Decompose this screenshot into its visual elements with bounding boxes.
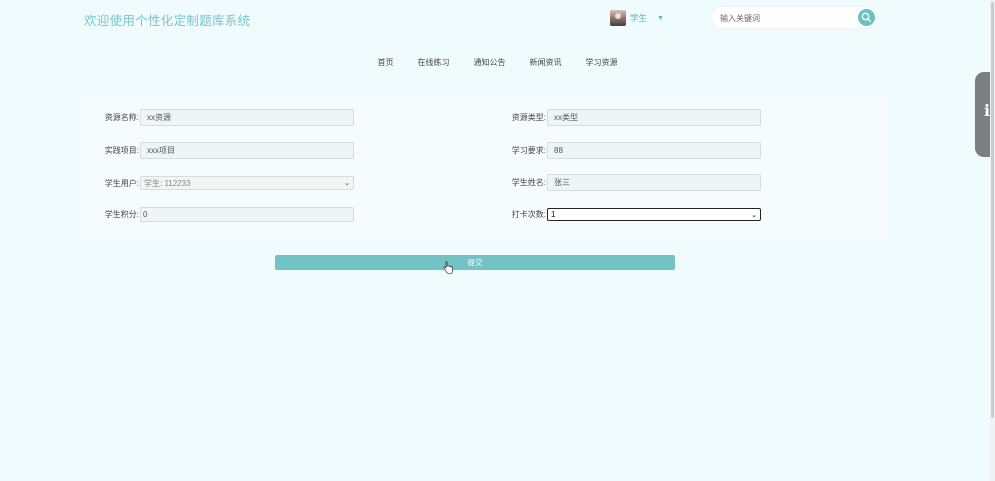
search-icon [861,12,871,22]
chevron-down-icon: ⌄ [751,211,757,219]
study-duration-field: 学习要求: 88 [508,142,761,159]
resource-type-input[interactable]: xx类型 [547,109,761,126]
practice-item-field: 实践项目: xxx项目 [101,142,354,159]
practice-item-input[interactable]: xxx项目 [140,142,354,159]
hand-cursor-icon [443,261,453,274]
student-name-field: 学生姓名: 张三 [508,174,761,191]
checkin-count-label: 打卡次数: [511,210,546,219]
resource-name-field: 资源名称: xx资源 [101,109,354,126]
student-user-value: 学生: 112233 [144,178,191,188]
caret-down-icon: ▼ [657,14,664,22]
student-points-label: 学生积分: [104,210,139,219]
chevron-down-icon: ⌄ [344,180,350,187]
main-nav: 首页 在线练习 通知公告 新闻资讯 学习资源 [0,57,995,68]
student-points-field: 学生积分: 0 [101,207,354,222]
student-user-field: 学生用户: 学生: 112233 ⌄ [101,176,354,190]
user-role-label: 学生 [630,13,648,23]
resource-form: 资源名称: xx资源 资源类型: xx类型 实践项目: xxx项目 学习要求: … [77,95,890,240]
resource-name-label: 资源名称: [104,113,139,122]
nav-online-practice[interactable]: 在线练习 [406,57,462,68]
resource-type-label: 资源类型: [511,113,546,122]
study-duration-label: 学习要求: [511,146,546,155]
resource-type-field: 资源类型: xx类型 [508,109,761,126]
student-user-label: 学生用户: [104,178,139,188]
submit-button[interactable]: 提交 [275,255,675,270]
site-title: 欢迎使用个性化定制题库系统 [84,14,251,28]
search-input[interactable] [720,11,850,25]
study-duration-input[interactable]: 88 [547,142,761,159]
nav-learning-resources[interactable]: 学习资源 [574,57,630,68]
avatar [610,10,626,26]
search-box [711,6,878,29]
user-menu[interactable]: 学生 ▼ [610,9,664,27]
nav-news[interactable]: 新闻资讯 [518,57,574,68]
practice-item-label: 实践项目: [104,146,139,155]
checkin-count-value: 1 [551,210,556,219]
student-name-input[interactable]: 张三 [547,174,761,191]
resource-name-input[interactable]: xx资源 [140,109,354,126]
scrollbar-thumb[interactable] [991,2,994,418]
student-user-select[interactable]: 学生: 112233 ⌄ [140,176,354,190]
nav-home[interactable]: 首页 [366,57,406,68]
checkin-count-field: 打卡次数: 1 ⌄ [508,208,761,221]
student-points-input[interactable]: 0 [140,207,354,222]
student-name-label: 学生姓名: [511,178,546,187]
search-button[interactable] [858,9,875,26]
nav-notices[interactable]: 通知公告 [462,57,518,68]
checkin-count-select[interactable]: 1 ⌄ [547,208,761,221]
